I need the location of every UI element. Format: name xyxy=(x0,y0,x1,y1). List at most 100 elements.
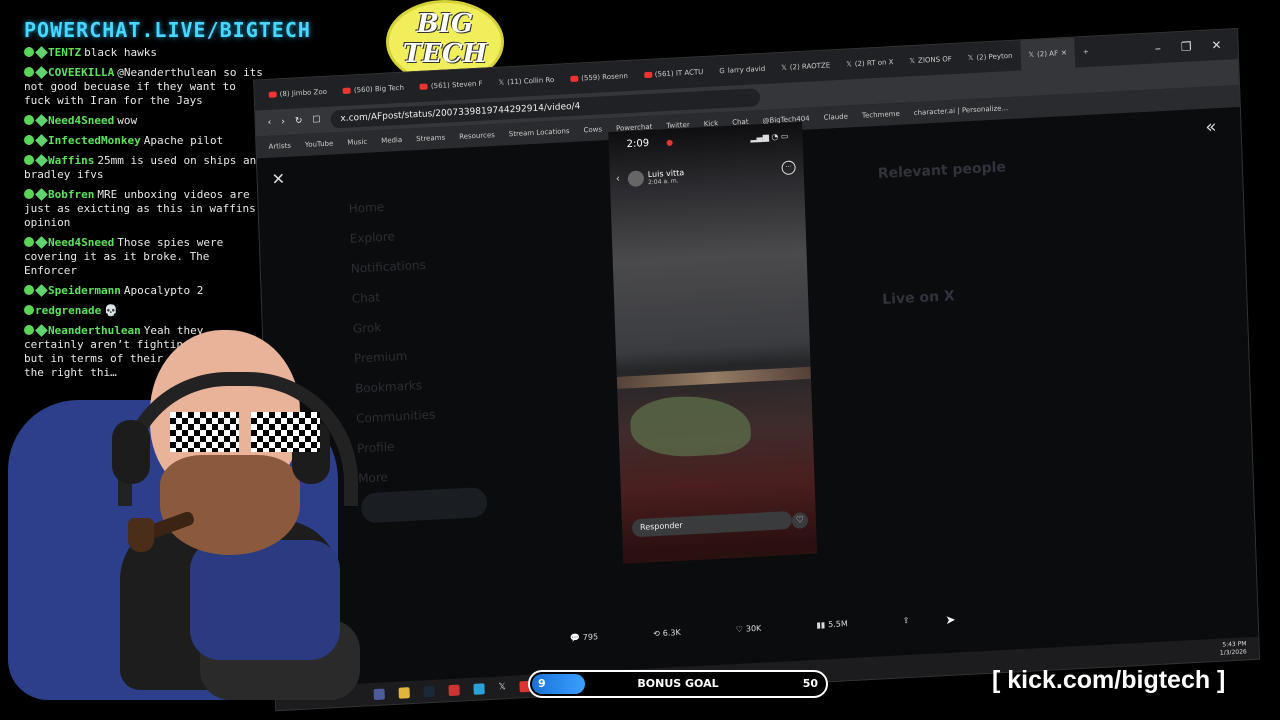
chat-message: TENTZ black hawks xyxy=(24,46,269,60)
chat-message: Bobfren MRE unboxing videos are just as e… xyxy=(24,188,269,230)
bookmark-item[interactable]: Streams xyxy=(416,134,445,144)
browser-tab-active[interactable]: 𝕏 (2) AF ✕ xyxy=(1019,37,1076,71)
bookmark-item[interactable]: Media xyxy=(381,136,402,145)
collapse-panel-icon[interactable]: « xyxy=(1205,116,1217,138)
diamond-badge-icon xyxy=(35,134,48,147)
heart-icon: ♡ xyxy=(791,512,809,529)
nav-item[interactable]: Notifications xyxy=(350,250,430,284)
bookmark-item[interactable]: YouTube xyxy=(305,139,334,148)
google-icon: G xyxy=(719,66,725,76)
x-app-icon[interactable]: 𝕏 xyxy=(498,682,506,692)
story-author: Luis vitta 2:04 a. m. xyxy=(648,168,685,186)
chat-username: Need4Sneed xyxy=(48,114,115,127)
chat-message: Need4Sneed Those spies were covering it a… xyxy=(24,236,269,278)
folder-icon[interactable] xyxy=(398,686,410,699)
nav-item[interactable]: Communities xyxy=(356,399,436,433)
forward-icon[interactable]: › xyxy=(281,117,285,127)
clock-date: 1/3/2026 xyxy=(1219,648,1247,657)
x-icon: 𝕏 xyxy=(1028,50,1035,59)
video-player[interactable]: 2:09 ▂▄▆ ◔ ▭ ‹ Luis vitta 2:04 a. m. ···… xyxy=(608,121,818,564)
new-tab-button[interactable]: + xyxy=(1075,47,1097,56)
browser-tab[interactable]: (559) Rosenn xyxy=(562,72,636,84)
discord-icon[interactable] xyxy=(373,687,385,700)
moderator-badge-icon xyxy=(24,305,34,315)
repost-button[interactable]: ⟲ 6.3K xyxy=(653,628,681,638)
chat-message: Need4Sneed wow xyxy=(24,114,269,128)
relevant-people-heading: Relevant people xyxy=(877,159,1007,183)
post-button[interactable] xyxy=(360,486,488,524)
chat-text: Apocalypto 2 xyxy=(123,284,204,297)
nav-item[interactable]: Grok xyxy=(352,310,432,344)
steam-icon[interactable] xyxy=(423,685,435,697)
browser-tab[interactable]: 𝕏 (2) RT on X xyxy=(838,58,902,69)
logo-line1: BIG xyxy=(416,9,474,39)
nav-item[interactable]: Explore xyxy=(349,220,429,254)
reload-icon[interactable]: ↻ xyxy=(295,116,303,126)
stream-title: POWERCHAT.LIVE/BIGTECH xyxy=(24,18,311,42)
nav-item[interactable]: Profile xyxy=(357,429,437,463)
close-viewer-icon[interactable]: ✕ xyxy=(271,169,285,189)
nav-item[interactable]: Bookmarks xyxy=(355,370,435,404)
x-icon: 𝕏 xyxy=(909,56,916,66)
bookmark-item[interactable]: Claude xyxy=(824,113,849,122)
browser-tab[interactable]: (561) Steven F xyxy=(412,79,491,91)
browser-tab[interactable]: (560) Big Tech xyxy=(335,83,412,95)
captured-browser-window: (8) Jimbo Zoo (560) Big Tech (561) Steve… xyxy=(253,28,1261,712)
moderator-badge-icon xyxy=(24,155,34,165)
browser-tab[interactable]: 𝕏 (2) Peyton xyxy=(960,51,1021,62)
author-avatar xyxy=(627,170,645,188)
nav-item[interactable]: Home xyxy=(348,190,428,224)
bookmark-item[interactable]: character.ai | Personalize... xyxy=(914,104,1009,117)
bookmark-item[interactable]: Cows xyxy=(583,125,602,134)
bookmark-item[interactable]: Techmeme xyxy=(862,110,900,120)
close-window-icon[interactable]: ✕ xyxy=(1211,38,1222,53)
x-icon: 𝕏 xyxy=(498,78,505,87)
bookmark-item[interactable]: Music xyxy=(347,138,367,147)
bookmark-item[interactable]: Resources xyxy=(459,131,495,141)
chat-username: InfectedMonkey xyxy=(48,134,141,147)
armchair-arm xyxy=(190,540,340,660)
kick-url: [ kick.com/bigtech ] xyxy=(992,666,1226,694)
gift-badge-icon xyxy=(35,188,48,201)
chat-text: wow xyxy=(117,114,138,127)
browser-tab[interactable]: 𝕏 ZIONS OF xyxy=(901,55,960,66)
reply-field: Responder xyxy=(631,510,793,538)
nav-item[interactable]: More xyxy=(358,459,438,493)
views-button[interactable]: ▮▮ 5.5M xyxy=(816,619,848,630)
bookmark-item[interactable]: Stream Locations xyxy=(509,127,570,138)
close-tab-icon[interactable]: ✕ xyxy=(1061,38,1068,68)
goal-target: 50 xyxy=(802,677,818,690)
chat-username: redgrenade xyxy=(35,304,102,317)
browser-tab[interactable]: 𝕏 (11) Collin Ro xyxy=(490,75,562,87)
share-button[interactable]: ⇪ xyxy=(903,616,910,625)
chat-username: Speidermann xyxy=(48,284,121,297)
bookmark-icon[interactable]: ☐ xyxy=(312,115,320,125)
restore-icon[interactable]: ❐ xyxy=(1181,39,1192,54)
obs-icon[interactable] xyxy=(448,684,460,696)
post-action-bar: 💬 795 ⟲ 6.3K ♡ 30K ▮▮ 5.5M ⇪ xyxy=(570,616,910,643)
youtube-icon xyxy=(570,75,579,83)
back-icon[interactable]: ‹ xyxy=(268,118,272,128)
taskbar-clock: 5:43 PM 1/3/2026 xyxy=(1219,640,1258,658)
left-earcup xyxy=(112,420,150,484)
browser-tab[interactable]: 𝕏 (2) RAOTZE xyxy=(773,61,838,72)
browser-tab[interactable]: (561) IT ACTU xyxy=(636,68,712,80)
nav-item[interactable]: Premium xyxy=(353,340,433,374)
minimize-icon[interactable]: – xyxy=(1155,41,1161,55)
x-icon: 𝕏 xyxy=(846,60,852,69)
bookmark-item[interactable]: Artists xyxy=(268,142,291,151)
browser-tab[interactable]: Glarry david xyxy=(711,64,773,75)
diamond-badge-icon xyxy=(35,66,48,79)
sword-badge-icon xyxy=(35,236,48,249)
like-button[interactable]: ♡ 30K xyxy=(736,624,762,634)
nav-item[interactable]: Chat xyxy=(351,280,431,314)
chat-message: Waffins 25mm is used on ships and bradley… xyxy=(24,154,269,182)
chat-username: TENTZ xyxy=(48,46,82,59)
diamond-badge-icon xyxy=(35,46,48,59)
telegram-icon[interactable] xyxy=(473,682,485,695)
reply-button[interactable]: 💬 795 xyxy=(570,632,599,642)
chat-message: Speidermann Apocalypto 2 xyxy=(24,284,269,298)
chat-username: Bobfren xyxy=(48,188,95,201)
browser-tab[interactable]: (8) Jimbo Zoo xyxy=(261,87,335,99)
chat-username: Waffins xyxy=(48,154,95,167)
